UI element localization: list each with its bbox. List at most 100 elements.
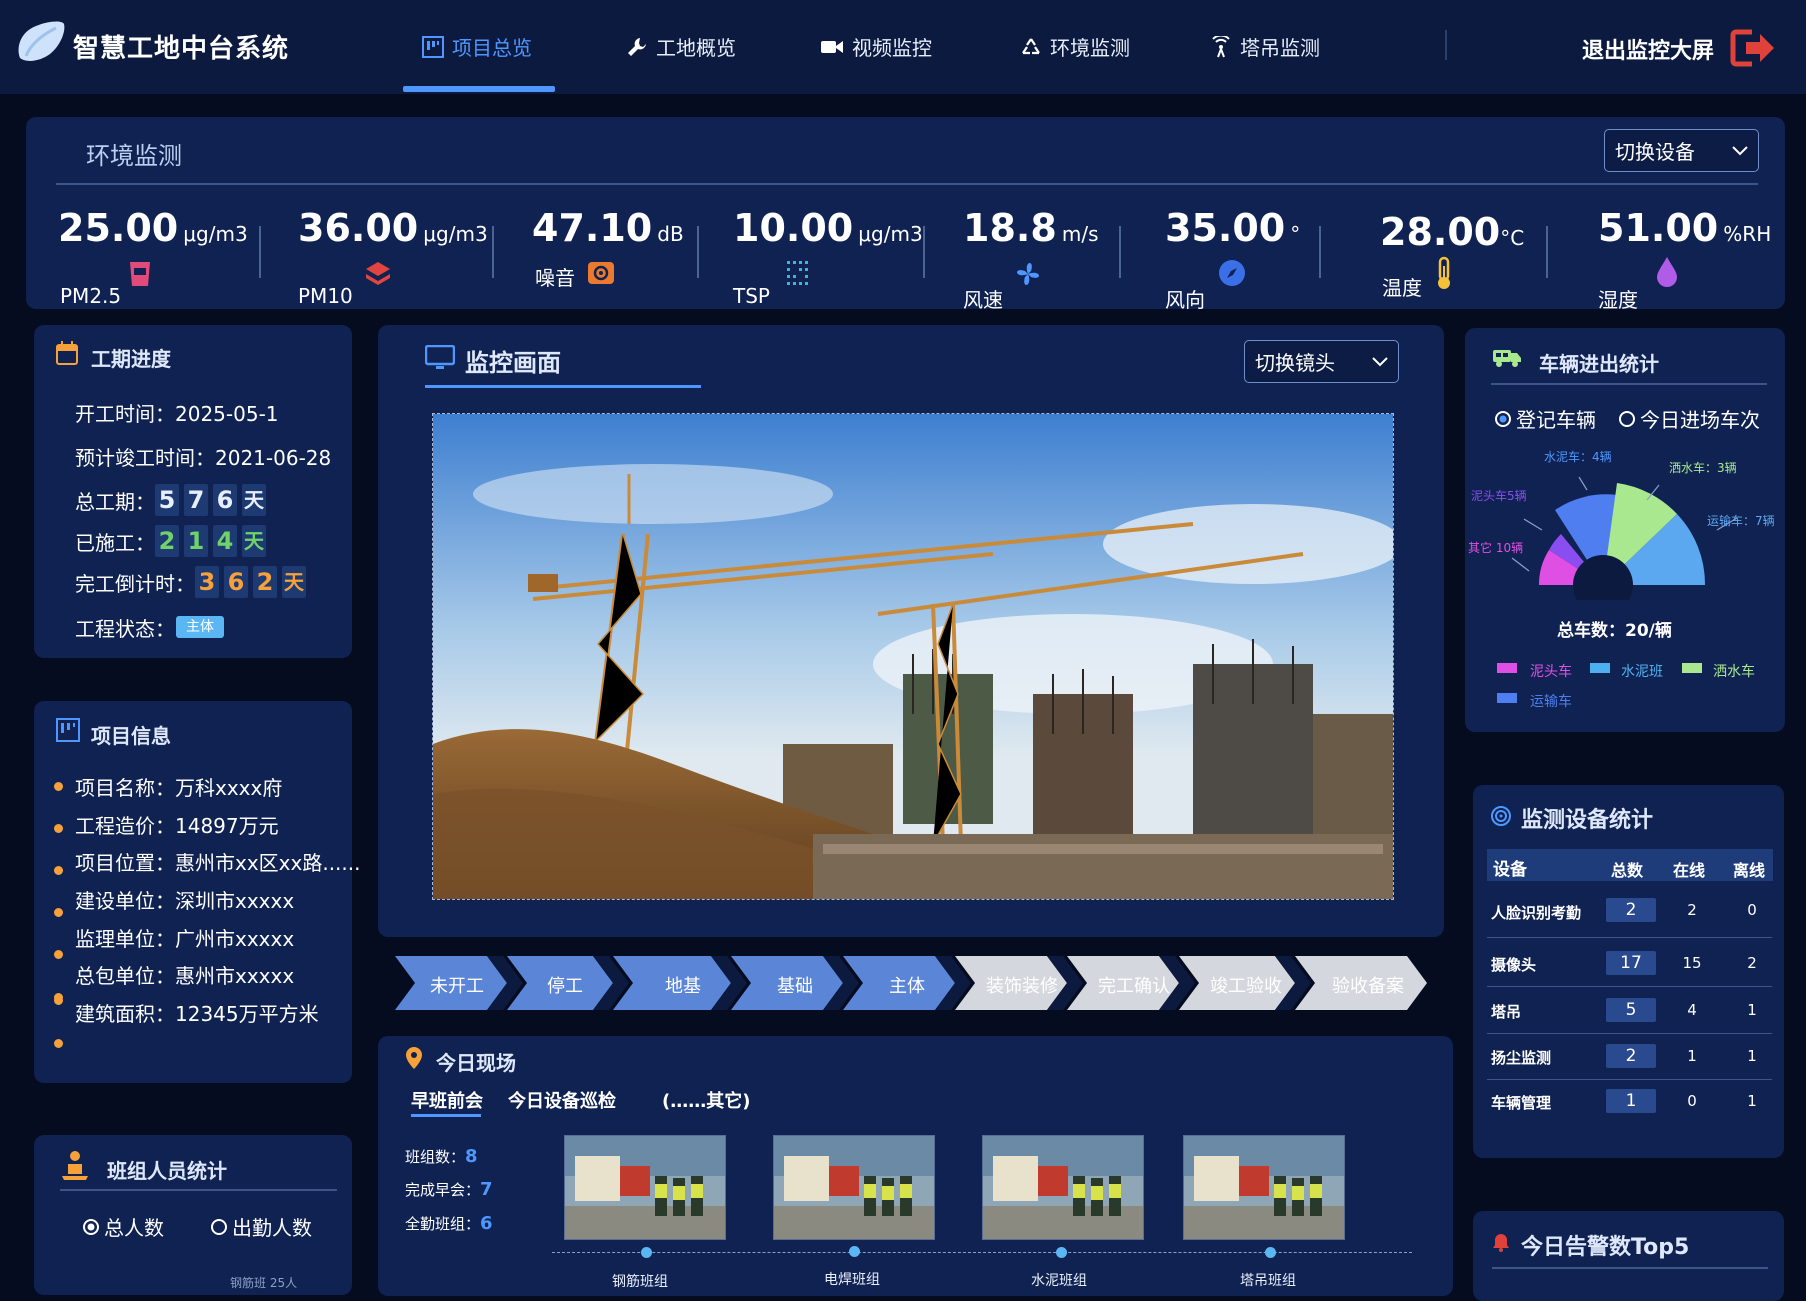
timeline-line: [552, 1252, 1412, 1253]
metric-pm10: 36.00 μg/m3: [298, 206, 488, 250]
metric-value: 36.00: [298, 206, 419, 250]
bullet: [54, 950, 63, 959]
metric-wind-direction: 35.00 °: [1165, 206, 1300, 250]
meeting-photo[interactable]: [773, 1135, 935, 1240]
nav-tab-overview[interactable]: 项目总览: [422, 32, 532, 61]
today-title: 今日现场: [436, 1051, 516, 1075]
project-name: 项目名称：万科xxxx府: [75, 776, 283, 800]
sensor-icon: [1491, 806, 1511, 826]
speaker-icon: [588, 262, 614, 284]
device-name: 摄像头: [1491, 956, 1537, 974]
metric-value: 35.00: [1165, 206, 1286, 250]
legend-swatch: [1497, 693, 1517, 703]
elapsed-duration: 已施工： 2 1 4 天: [75, 525, 271, 557]
digit: 7: [184, 484, 208, 516]
bell-icon: [1493, 1234, 1509, 1252]
meeting-photo[interactable]: [564, 1135, 726, 1240]
stat-value: 7: [480, 1179, 493, 1200]
thermometer-icon: [1438, 256, 1450, 289]
project-cost: 工程造价：14897万元: [75, 814, 279, 838]
device-total: 2: [1606, 1044, 1656, 1068]
device-title: 监测设备统计: [1521, 808, 1654, 833]
metric-divider: [697, 226, 699, 278]
metric-label: PM2.5: [60, 284, 122, 308]
metric-label-wind-direction: 风向: [1165, 284, 1205, 313]
metric-label: PM10: [298, 284, 353, 308]
chevron-down-icon: [1732, 145, 1748, 155]
device-online: 1: [1687, 1047, 1697, 1065]
tab-equipment-inspection[interactable]: 今日设备巡检: [508, 1087, 616, 1113]
tab-morning-meeting[interactable]: 早班前会: [411, 1087, 483, 1113]
nav-tab-video[interactable]: 视频监控: [820, 32, 932, 61]
device-offline: 1: [1747, 1047, 1757, 1065]
device-total: 5: [1606, 998, 1656, 1022]
row-label: 完工倒计时：: [75, 571, 195, 596]
row-label: 总工期：: [75, 489, 155, 514]
camera-feed[interactable]: [432, 413, 1394, 900]
device-offline: 2: [1747, 954, 1757, 972]
stage-label: 未开工: [430, 976, 484, 997]
recycle-icon: [1022, 37, 1040, 54]
vehicle-title: 车辆进出统计: [1539, 352, 1659, 376]
today-tab-underline: [411, 1114, 481, 1117]
worker-icon: [62, 1151, 88, 1180]
metric-label-noise: 噪音: [535, 262, 575, 291]
nav-tab-site[interactable]: 工地概览: [626, 32, 736, 61]
bullet: [54, 866, 63, 875]
bullet: [54, 782, 63, 791]
digit: 2: [155, 525, 179, 557]
nav-tab-environment[interactable]: 环境监测: [1020, 32, 1130, 61]
metric-pm25: 25.00 μg/m3: [58, 206, 248, 250]
tab-other[interactable]: (……其它): [662, 1087, 750, 1113]
nav-tab-crane[interactable]: 塔吊监测: [1210, 32, 1320, 61]
device-offline: 0: [1747, 901, 1757, 919]
nav-tab-label: 环境监测: [1050, 36, 1130, 60]
device-offline: 1: [1747, 1092, 1757, 1110]
wrench-icon: [628, 37, 646, 56]
legend-swatch: [1590, 663, 1610, 673]
col-header-online: 在线: [1673, 861, 1706, 880]
radio-registered-vehicles[interactable]: 登记车辆: [1494, 404, 1596, 433]
stage-label: 基础: [777, 976, 813, 997]
radio-attendance[interactable]: 出勤人数: [210, 1212, 312, 1241]
stat-label: 班组数：: [405, 1148, 466, 1166]
metric-unit: m/s: [1061, 222, 1099, 246]
metric-unit: μg/m3: [183, 222, 248, 246]
metric-unit: °C: [1500, 226, 1525, 250]
switch-device-select[interactable]: 切换设备: [1604, 129, 1759, 172]
countdown: 完工倒计时： 3 6 2 天: [75, 566, 311, 598]
nav-tab-label: 视频监控: [852, 36, 932, 60]
project-builder: 建设单位：深圳市xxxxx: [75, 889, 295, 913]
metric-divider: [259, 226, 261, 278]
row-label: 已施工：: [75, 530, 155, 555]
metric-divider: [492, 226, 494, 278]
stage-label: 停工: [547, 976, 583, 997]
switch-camera-select[interactable]: 切换镜头: [1244, 340, 1399, 383]
timeline-dot: [1265, 1247, 1276, 1258]
digit: 6: [224, 566, 248, 598]
metric-label: 温度: [1382, 276, 1422, 300]
day-unit: 天: [242, 525, 266, 557]
radio-today-entries[interactable]: 今日进场车次: [1618, 404, 1760, 433]
table-row: 扬尘监测 2 1 1: [1487, 1041, 1772, 1080]
start-date: 开工时间：2025-05-1: [75, 402, 279, 426]
exit-fullscreen-button[interactable]: 退出监控大屏: [1582, 33, 1714, 65]
meeting-photo[interactable]: [982, 1135, 1144, 1240]
team-title: 班组人员统计: [107, 1159, 227, 1183]
metric-label-pm10: PM10: [298, 284, 353, 308]
radio-total[interactable]: 总人数: [82, 1212, 164, 1241]
nav-tab-label: 塔吊监测: [1240, 36, 1320, 60]
exit-door-icon[interactable]: [1730, 28, 1778, 72]
radio-unselected-icon: [1619, 410, 1635, 427]
metric-label-tsp: TSP: [733, 284, 770, 308]
vehicle-divider: [1491, 383, 1767, 385]
chevron-down-icon: [1372, 356, 1388, 366]
status-label: 工程状态：: [75, 617, 175, 641]
cup-icon: [130, 262, 150, 286]
col-header-total: 总数: [1611, 861, 1644, 880]
radio-unselected-icon: [211, 1218, 227, 1235]
fan-icon: [1017, 263, 1039, 285]
meeting-photo[interactable]: [1183, 1135, 1345, 1240]
grid-icon: [787, 261, 808, 285]
select-value: 切换镜头: [1255, 351, 1335, 375]
